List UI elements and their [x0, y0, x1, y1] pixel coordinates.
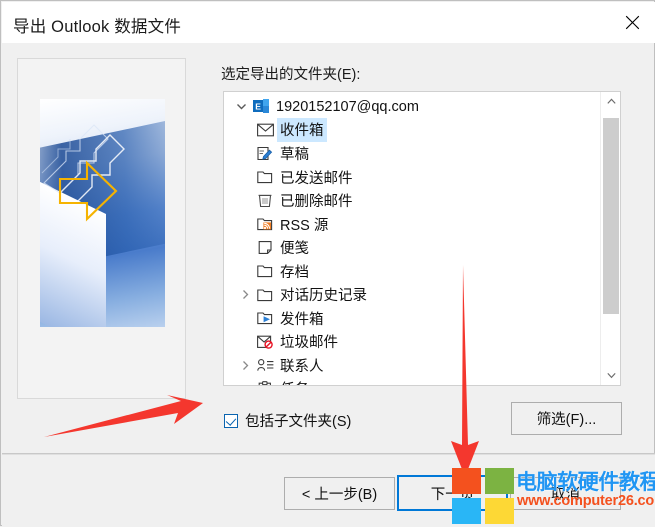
- tree-item-label: 便笺: [280, 241, 309, 258]
- tree-row[interactable]: 便笺: [224, 236, 600, 260]
- folder-icon: [254, 261, 276, 281]
- tree-row[interactable]: 已发送邮件: [224, 166, 600, 190]
- folder-tree-items: E 1920152107@qq.com 收件箱 草稿 已发送邮件 已删除邮件 R…: [224, 92, 600, 385]
- close-icon[interactable]: [609, 2, 655, 43]
- tree-item-label: 任务: [280, 378, 309, 385]
- wizard-illustration-panel: [17, 58, 186, 399]
- tree-row[interactable]: 发件箱: [224, 307, 600, 331]
- tree-item-label: 联系人: [280, 358, 324, 375]
- tree-row[interactable]: 垃圾邮件: [224, 330, 600, 354]
- inbox-envelope-icon: [254, 120, 276, 140]
- drafts-pencil-icon: [254, 144, 276, 164]
- trash-icon: [254, 191, 276, 211]
- include-subfolders-checkbox[interactable]: 包括子文件夹(S): [224, 410, 351, 431]
- svg-text:E: E: [255, 102, 261, 112]
- red-arrow-annotation-checkbox: [44, 395, 203, 437]
- tree-vertical-scrollbar[interactable]: [600, 92, 620, 385]
- tree-item-label: RSS 源: [280, 217, 329, 234]
- export-outlook-data-file-dialog: 导出 Outlook 数据文件 选定导出的文件夹(E): E 192015210…: [0, 0, 655, 526]
- page-title: 导出 Outlook 数据文件: [13, 18, 182, 36]
- tree-row[interactable]: 联系人: [224, 354, 600, 378]
- tree-item-label: 已删除邮件: [280, 194, 353, 211]
- folder-icon: [254, 167, 276, 187]
- folder-icon: [254, 285, 276, 305]
- tree-row[interactable]: 任务: [224, 377, 600, 385]
- chevron-down-icon[interactable]: [232, 101, 250, 112]
- tree-row[interactable]: 草稿: [224, 142, 600, 166]
- cancel-button[interactable]: 取消: [510, 477, 621, 510]
- tree-item-label: 对话历史记录: [280, 288, 367, 305]
- tree-item-label: 收件箱: [277, 118, 327, 143]
- junk-mail-icon: [254, 332, 276, 352]
- tree-item-label: 发件箱: [280, 311, 324, 328]
- chevron-right-icon[interactable]: [236, 360, 254, 371]
- wizard-artwork-image: [40, 99, 165, 327]
- chevron-right-icon[interactable]: [236, 289, 254, 300]
- tree-item-label: 存档: [280, 264, 309, 281]
- checkbox-checked-icon[interactable]: [224, 413, 238, 428]
- next-button[interactable]: 下一页: [397, 475, 508, 511]
- title-bar: 导出 Outlook 数据文件: [2, 2, 655, 43]
- filter-button[interactable]: 筛选(F)...: [511, 402, 622, 435]
- contacts-icon: [254, 355, 276, 375]
- tree-root-label: 1920152107@qq.com: [276, 98, 419, 115]
- tree-row[interactable]: 收件箱: [224, 118, 600, 143]
- tree-row[interactable]: RSS 源: [224, 213, 600, 237]
- back-button[interactable]: < 上一步(B): [284, 477, 395, 510]
- tree-row[interactable]: 已删除邮件: [224, 189, 600, 213]
- rss-folder-icon: [254, 214, 276, 234]
- scroll-up-arrow-icon[interactable]: [601, 92, 620, 111]
- tree-row[interactable]: 存档: [224, 260, 600, 284]
- outbox-folder-icon: [254, 308, 276, 328]
- scroll-down-arrow-icon[interactable]: [601, 366, 620, 385]
- tasks-clipboard-icon: [254, 379, 276, 385]
- folder-tree[interactable]: E 1920152107@qq.com 收件箱 草稿 已发送邮件 已删除邮件 R…: [223, 91, 621, 386]
- include-subfolders-label: 包括子文件夹(S): [245, 414, 352, 430]
- tree-item-label: 草稿: [280, 147, 309, 164]
- exchange-account-icon: E: [250, 97, 272, 117]
- tree-item-label: 已发送邮件: [280, 170, 353, 187]
- tree-row[interactable]: 对话历史记录: [224, 283, 600, 307]
- select-folder-label: 选定导出的文件夹(E):: [221, 67, 361, 83]
- scrollbar-thumb[interactable]: [603, 118, 619, 314]
- tree-item-label: 垃圾邮件: [280, 335, 338, 352]
- tree-row[interactable]: E 1920152107@qq.com: [224, 95, 600, 119]
- note-icon: [254, 238, 276, 258]
